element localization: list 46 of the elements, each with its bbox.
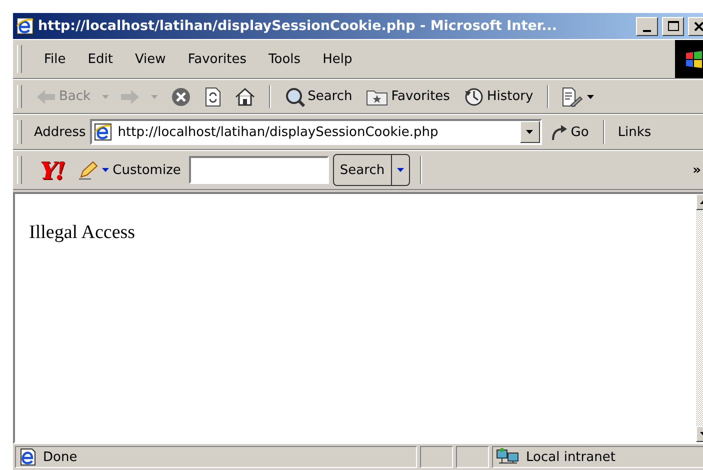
ie-icon	[16, 17, 34, 35]
menu-item[interactable]: View	[126, 50, 174, 68]
page-message: Illegal Access	[29, 222, 136, 244]
status-pane	[420, 446, 453, 468]
maximize-button[interactable]	[662, 16, 684, 36]
windows-flag-icon	[684, 50, 703, 68]
customize-button[interactable]: Customize	[74, 158, 185, 182]
page-pencil-icon	[561, 86, 584, 106]
caret-icon[interactable]	[396, 167, 405, 173]
caret-icon[interactable]	[100, 167, 110, 173]
menu-item[interactable]: Tools	[260, 50, 309, 68]
history-button[interactable]: History	[458, 84, 540, 108]
ie-icon	[94, 123, 112, 141]
curved-arrow-icon	[550, 123, 568, 141]
favorites-button[interactable]: Favorites	[360, 86, 456, 108]
menu-item[interactable]: Help	[314, 50, 360, 68]
maximize-icon	[668, 21, 678, 31]
search-field[interactable]	[188, 156, 329, 184]
more-button[interactable]: »	[688, 160, 703, 180]
folder-star-icon	[366, 88, 388, 106]
menu-item[interactable]: File	[36, 50, 74, 68]
window-title: http://localhost/latihan/displaySessionCookie.php - Microsoft Inter...	[38, 18, 558, 34]
go-button[interactable]: Go	[546, 121, 593, 143]
links-button[interactable]: Links	[614, 122, 654, 142]
forward-arrow-icon	[120, 88, 140, 104]
menu-item[interactable]: Favorites	[180, 50, 255, 68]
minimize-button[interactable]	[636, 16, 658, 36]
status-text: Done	[43, 450, 78, 464]
pencil-icon	[78, 160, 98, 180]
zone-text: Local intranet	[526, 450, 616, 464]
close-icon	[694, 22, 703, 30]
home-icon	[234, 88, 255, 106]
address-label: Address	[34, 124, 86, 140]
dropdown-button[interactable]	[520, 121, 540, 143]
address-bar[interactable]: http://localhost/latihan/displaySessionCookie.php	[90, 119, 542, 145]
status-pane	[456, 446, 489, 468]
caret-icon[interactable]	[586, 94, 596, 100]
search-button[interactable]: Search	[278, 84, 358, 108]
menu-item[interactable]: Edit	[80, 50, 121, 68]
magnifier-globe-icon	[284, 86, 305, 106]
back-arrow-icon	[36, 88, 56, 104]
page-ie-icon	[19, 448, 37, 466]
refresh-icon	[204, 86, 221, 106]
caret-icon[interactable]	[525, 129, 534, 135]
stop-icon	[170, 86, 191, 106]
minimize-icon	[643, 30, 651, 32]
